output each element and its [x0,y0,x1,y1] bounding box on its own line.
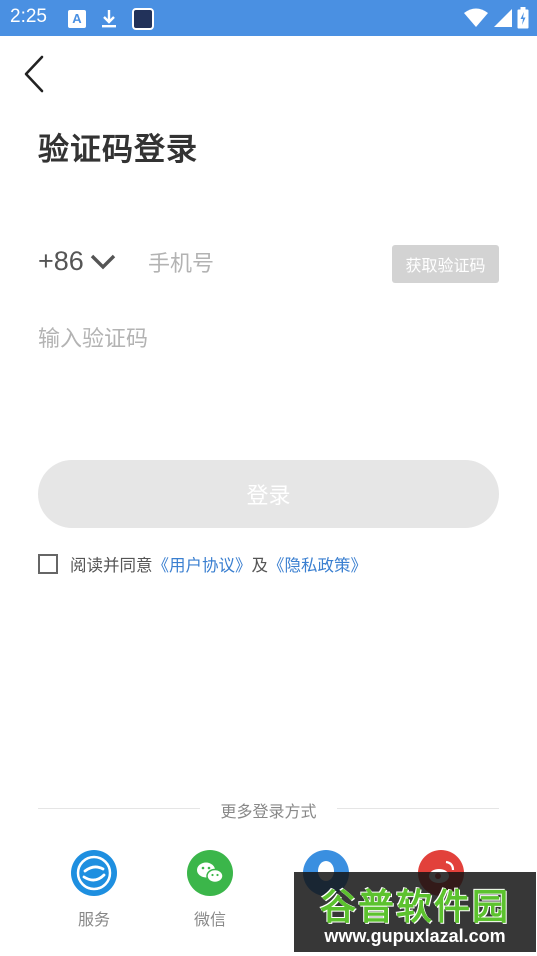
agreement-prefix: 阅读并同意 [70,556,153,575]
service-login-option[interactable]: 服务 [59,850,129,930]
page-title: 验证码登录 [38,132,198,168]
watermark-url: www.gupuxlazal.com [324,926,506,946]
watermark: 谷普软件园 www.gupuxlazal.com [294,872,536,952]
a-notification-icon: A [68,10,86,28]
user-agreement-link[interactable]: 《用户协议》 [153,552,252,576]
signal-icon [494,9,512,27]
wechat-icon [187,850,233,896]
country-code-selector[interactable]: +86 [38,246,116,277]
privacy-policy-link[interactable]: 《隐私政策》 [268,552,367,576]
status-bar: 2:25 A [0,0,537,36]
agreement-row: 阅读并同意 《用户协议》 及 《隐私政策》 [38,552,367,576]
app-icon [132,8,154,30]
back-arrow-icon[interactable] [20,54,50,94]
get-code-button[interactable]: 获取验证码 [392,245,499,283]
verification-code-input[interactable] [38,320,498,358]
country-code: +86 [38,246,84,276]
download-icon [102,10,116,28]
more-login-label: 更多登录方式 [200,798,337,822]
chevron-down-icon [90,254,116,269]
phone-input[interactable] [148,246,378,282]
watermark-title: 谷普软件园 [319,887,510,928]
login-button[interactable]: 登录 [38,460,499,528]
wifi-icon [464,8,488,27]
battery-icon [517,7,529,29]
wechat-login-option[interactable]: 微信 [175,850,245,930]
service-logo-icon [71,850,117,896]
wechat-label: 微信 [193,910,226,929]
agreement-checkbox[interactable] [38,554,58,574]
service-label: 服务 [77,910,110,929]
status-time: 2:25 [10,6,47,27]
agreement-and: 及 [251,556,269,575]
